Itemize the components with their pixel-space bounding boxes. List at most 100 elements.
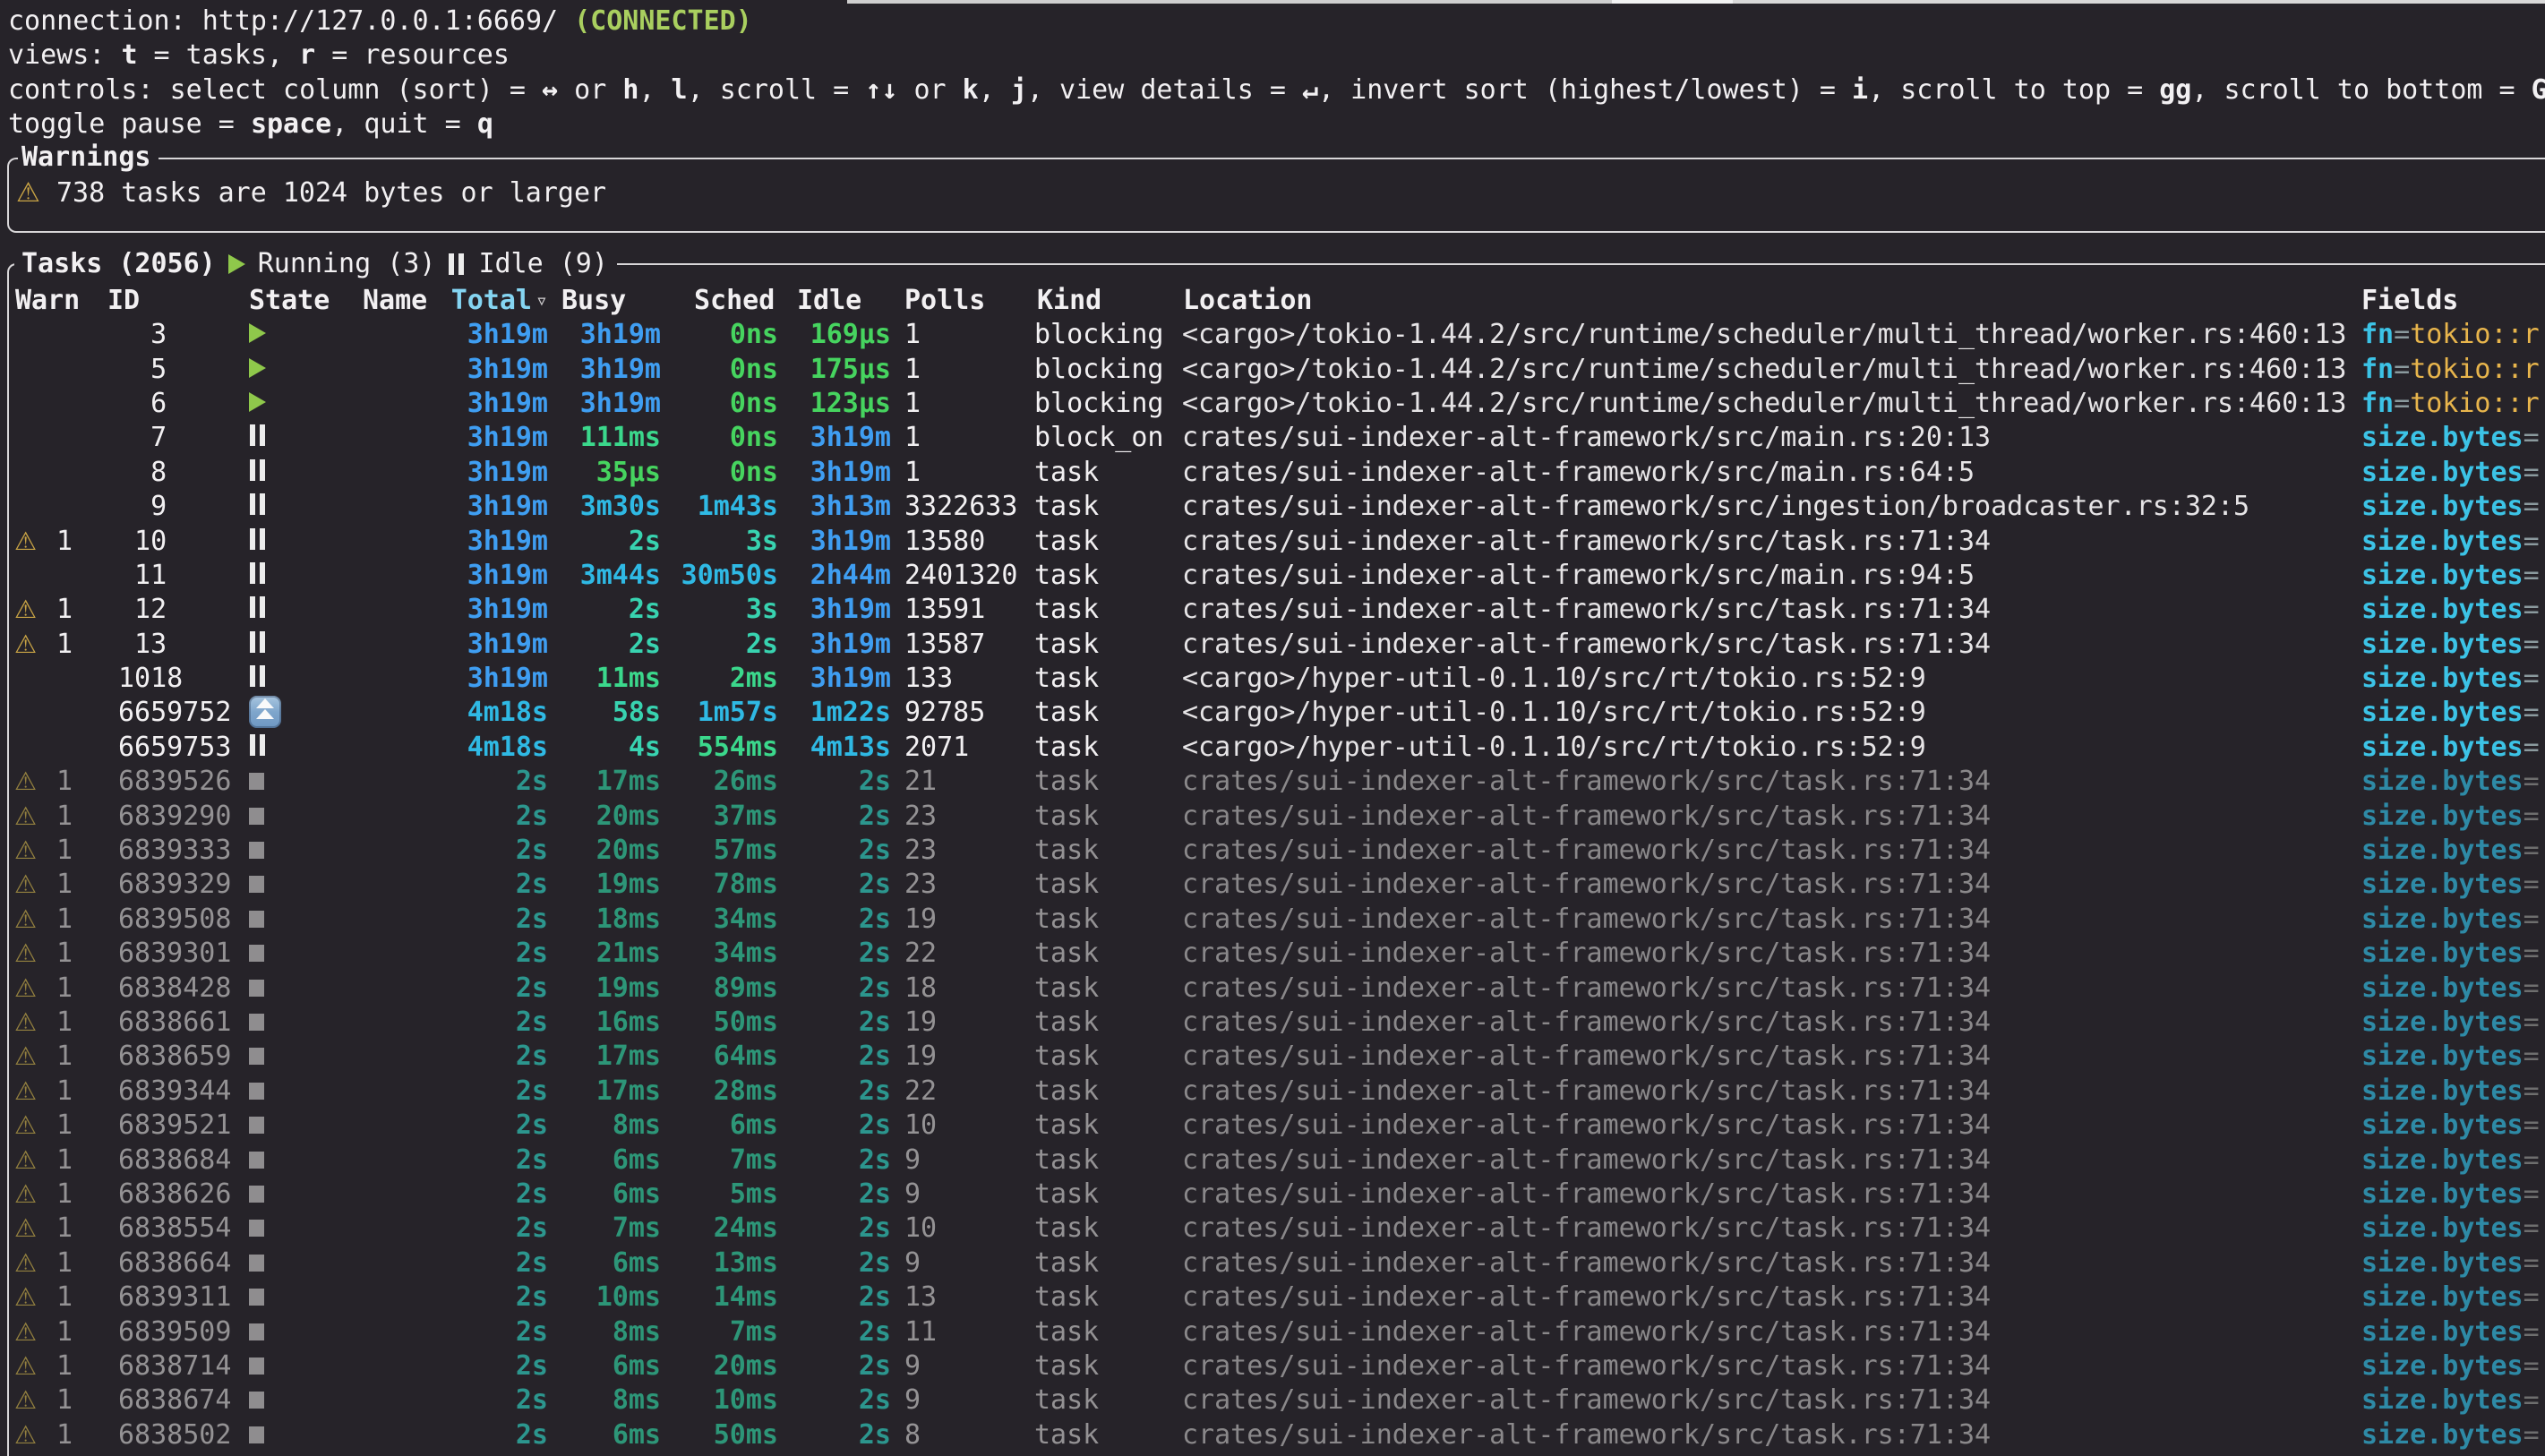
column-header-total[interactable]: Total: [435, 284, 532, 318]
busy-cell: 19ms: [548, 972, 661, 1006]
table-row[interactable]: ⚠168395082s18ms34ms2s19taskcrates/sui-in…: [0, 903, 2545, 937]
field-key: size.bytes: [2361, 1075, 2524, 1107]
table-row[interactable]: ⚠1 133h19m2s2s3h19m13587taskcrates/sui-i…: [0, 628, 2545, 662]
table-row[interactable]: ⚠168386262s6ms5ms2s9taskcrates/sui-index…: [0, 1178, 2545, 1212]
id-cell: 6839344: [118, 1075, 244, 1109]
location-cell: crates/sui-indexer-alt-framework/src/ing…: [1182, 490, 2361, 524]
column-header-sched[interactable]: Sched: [694, 284, 775, 318]
table-row[interactable]: 113h19m3m44s30m50s2h44m2401320taskcrates…: [0, 559, 2545, 593]
table-row[interactable]: ⚠168386592s17ms64ms2s19taskcrates/sui-in…: [0, 1040, 2545, 1074]
table-row[interactable]: ⚠168393112s10ms14ms2s13taskcrates/sui-in…: [0, 1280, 2545, 1315]
table-row[interactable]: ⚠168386742s8ms10ms2s9taskcrates/sui-inde…: [0, 1383, 2545, 1417]
busy-cell: 58s: [548, 696, 661, 730]
table-row[interactable]: ⚠168393332s20ms57ms2s23taskcrates/sui-in…: [0, 834, 2545, 868]
table-row[interactable]: ⚠168386842s6ms7ms2s9taskcrates/sui-index…: [0, 1143, 2545, 1178]
column-header-warn[interactable]: Warn: [15, 284, 80, 318]
idle-cell: 2s: [778, 1143, 891, 1178]
fields-cell: size.bytes=: [2361, 1040, 2545, 1074]
idle-cell: 4m13s: [778, 731, 891, 765]
state-cell: [249, 456, 267, 490]
table-row[interactable]: ⚠168395212s8ms6ms2s10taskcrates/sui-inde…: [0, 1109, 2545, 1143]
table-row[interactable]: ⚠168385542s7ms24ms2s10taskcrates/sui-ind…: [0, 1212, 2545, 1246]
table-row[interactable]: 83h19m35µs0ns3h19m1taskcrates/sui-indexe…: [0, 456, 2545, 490]
warn-count: 1: [56, 1143, 73, 1178]
sched-cell: 78ms: [665, 868, 778, 902]
state-cell: [249, 1178, 264, 1212]
table-row[interactable]: 66597524m18s58s1m57s1m22s92785task<cargo…: [0, 696, 2545, 730]
warn-count: 1: [56, 1040, 73, 1074]
scrollbar-thumb[interactable]: [1612, 0, 1733, 4]
fields-cell: size.bytes=: [2361, 1280, 2545, 1315]
table-row[interactable]: 53h19m3h19m0ns175µs1blocking<cargo>/toki…: [0, 353, 2545, 387]
polls-cell: 2071: [904, 731, 1030, 765]
table-row[interactable]: ⚠168385022s6ms50ms2s8taskcrates/sui-inde…: [0, 1418, 2545, 1452]
table-row[interactable]: ⚠168386642s6ms13ms2s9taskcrates/sui-inde…: [0, 1246, 2545, 1280]
sched-cell: 554ms: [665, 731, 778, 765]
table-row[interactable]: 66597534m18s4s554ms4m13s2071task<cargo>/…: [0, 731, 2545, 765]
state-cell: [249, 1143, 264, 1178]
table-row[interactable]: ⚠168393292s19ms78ms2s23taskcrates/sui-in…: [0, 868, 2545, 902]
table-row[interactable]: ⚠168392902s20ms37ms2s23taskcrates/sui-in…: [0, 800, 2545, 834]
fields-cell: fn=tokio::r: [2361, 318, 2545, 352]
table-row[interactable]: ⚠168395262s17ms26ms2s21taskcrates/sui-in…: [0, 765, 2545, 799]
idle-pause-icon: [249, 459, 267, 481]
running-icon: [249, 358, 266, 378]
idle-cell: 123µs: [778, 387, 891, 421]
key-hint: gg: [2159, 74, 2191, 106]
table-row[interactable]: 73h19m111ms0ns3h19m1block_oncrates/sui-i…: [0, 421, 2545, 455]
fields-cell: size.bytes=: [2361, 1006, 2545, 1040]
field-eq: =: [2524, 1247, 2540, 1279]
column-header-location[interactable]: Location: [1183, 284, 1313, 318]
id-cell: 1018: [118, 662, 244, 696]
sched-cell: 30m50s: [665, 559, 778, 593]
table-row[interactable]: 93h19m3m30s1m43s3h13m3322633taskcrates/s…: [0, 490, 2545, 524]
location-cell: crates/sui-indexer-alt-framework/src/tas…: [1182, 1315, 2361, 1349]
table-row[interactable]: ⚠1 103h19m2s3s3h19m13580taskcrates/sui-i…: [0, 525, 2545, 559]
column-header-kind[interactable]: Kind: [1037, 284, 1101, 318]
hint-text: = resources: [315, 39, 510, 71]
state-cell: [249, 662, 267, 696]
polls-cell: 2401320: [904, 559, 1030, 593]
warning-icon: ⚠: [16, 176, 40, 210]
column-header-name[interactable]: Name: [363, 284, 427, 318]
location-cell: crates/sui-indexer-alt-framework/src/tas…: [1182, 1280, 2361, 1315]
table-row[interactable]: ⚠168393012s21ms34ms2s22taskcrates/sui-in…: [0, 937, 2545, 971]
busy-cell: 3h19m: [548, 353, 661, 387]
id-cell: 6838664: [118, 1246, 244, 1280]
field-key: size.bytes: [2361, 835, 2524, 866]
busy-cell: 19ms: [548, 868, 661, 902]
field-eq: =: [2524, 904, 2540, 935]
column-header-polls[interactable]: Polls: [904, 284, 985, 318]
column-header-busy[interactable]: Busy: [561, 284, 626, 318]
column-header-state[interactable]: State: [249, 284, 330, 318]
fields-cell: size.bytes=: [2361, 696, 2545, 730]
location-cell: <cargo>/hyper-util-0.1.10/src/rt/tokio.r…: [1182, 731, 2361, 765]
completed-icon: [249, 1289, 264, 1306]
column-header-fields[interactable]: Fields: [2361, 284, 2458, 318]
id-cell: 13: [118, 628, 244, 662]
table-row[interactable]: ⚠168387142s6ms20ms2s9taskcrates/sui-inde…: [0, 1349, 2545, 1383]
warn-count: 1: [56, 1315, 73, 1349]
table-row[interactable]: ⚠168384282s19ms89ms2s18taskcrates/sui-in…: [0, 972, 2545, 1006]
sched-cell: 7ms: [665, 1315, 778, 1349]
table-row[interactable]: ⚠168393442s17ms28ms2s22taskcrates/sui-in…: [0, 1075, 2545, 1109]
table-row[interactable]: ⚠168395092s8ms7ms2s11taskcrates/sui-inde…: [0, 1315, 2545, 1349]
warning-icon: ⚠: [14, 1006, 37, 1040]
sched-cell: 0ns: [665, 353, 778, 387]
polls-cell: 19: [904, 903, 1030, 937]
fields-cell: fn=tokio::r: [2361, 353, 2545, 387]
fields-cell: size.bytes=: [2361, 1075, 2545, 1109]
column-header-idle[interactable]: Idle: [797, 284, 861, 318]
idle-cell: 2s: [778, 1075, 891, 1109]
table-row[interactable]: 10183h19m11ms2ms3h19m133task<cargo>/hype…: [0, 662, 2545, 696]
table-row[interactable]: 63h19m3h19m0ns123µs1blocking<cargo>/toki…: [0, 387, 2545, 421]
fields-cell: size.bytes=: [2361, 421, 2545, 455]
column-header-id[interactable]: ID: [107, 284, 140, 318]
table-row[interactable]: ⚠168386612s16ms50ms2s19taskcrates/sui-in…: [0, 1006, 2545, 1040]
hint-text: , quit =: [331, 108, 477, 140]
id-cell: 10: [118, 525, 244, 559]
table-row[interactable]: 33h19m3h19m0ns169µs1blocking<cargo>/toki…: [0, 318, 2545, 352]
id-cell: 6839521: [118, 1109, 244, 1143]
table-row[interactable]: ⚠1 123h19m2s3s3h19m13591taskcrates/sui-i…: [0, 593, 2545, 627]
state-cell: [249, 1280, 264, 1315]
